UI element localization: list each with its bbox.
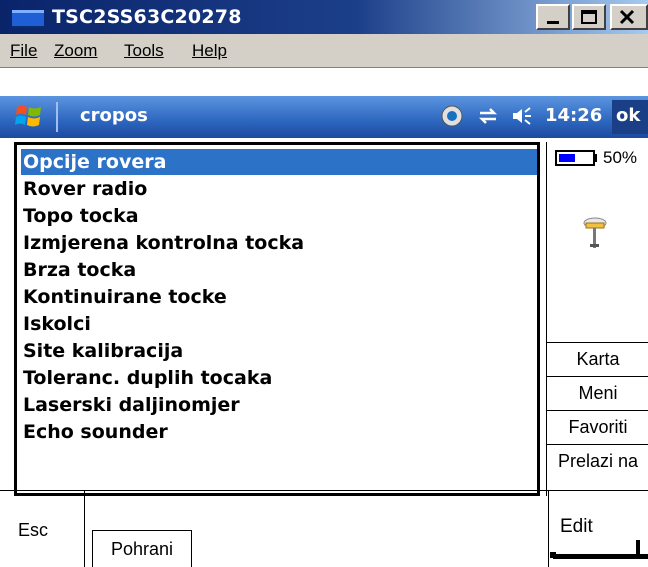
speaker-icon[interactable] bbox=[510, 104, 534, 128]
list-item-rover-radio[interactable]: Rover radio bbox=[21, 176, 537, 202]
sync-arrows-icon[interactable] bbox=[476, 104, 500, 128]
menu-tools-label: Tools bbox=[124, 41, 164, 60]
window-title: TSC2SS63C20278 bbox=[52, 6, 242, 28]
battery-icon bbox=[555, 150, 595, 166]
list-item-iskolci[interactable]: Iskolci bbox=[21, 311, 537, 337]
menu-help[interactable]: Help bbox=[192, 41, 227, 61]
network-icon[interactable] bbox=[440, 104, 464, 128]
minimize-button[interactable] bbox=[536, 4, 570, 30]
window-app-icon bbox=[12, 10, 44, 28]
close-icon bbox=[619, 9, 635, 25]
menu-bar: File Zoom Tools Help bbox=[0, 34, 648, 68]
esc-button[interactable]: Esc bbox=[18, 520, 48, 541]
battery-fill bbox=[559, 154, 575, 162]
menu-help-label: Help bbox=[192, 41, 227, 60]
list-item-brza-tocka[interactable]: Brza tocka bbox=[21, 257, 537, 283]
list-item-kontinuirane-tocke[interactable]: Kontinuirane tocke bbox=[21, 284, 537, 310]
menu-tools[interactable]: Tools bbox=[124, 41, 164, 61]
taskbar-gap bbox=[0, 70, 648, 96]
list-item-topo-tocka[interactable]: Topo tocka bbox=[21, 203, 537, 229]
list-item-laserski-daljinomjer[interactable]: Laserski daljinomjer bbox=[21, 392, 537, 418]
clock: 14:26 bbox=[545, 105, 603, 126]
battery-tip bbox=[593, 154, 597, 162]
app-name: cropos bbox=[80, 105, 148, 126]
edit-hook-left bbox=[550, 552, 556, 558]
survey-options-list: Opcije rovera Rover radio Topo tocka Izm… bbox=[14, 142, 540, 496]
menu-file-label: File bbox=[10, 41, 38, 60]
list-item-echo-sounder[interactable]: Echo sounder bbox=[21, 419, 537, 445]
ok-button[interactable]: ok bbox=[612, 100, 648, 134]
list-item-izmjerena-kontrolna-tocka[interactable]: Izmjerena kontrolna tocka bbox=[21, 230, 537, 256]
list-item-opcije-rovera[interactable]: Opcije rovera bbox=[21, 149, 537, 175]
taskbar-separator bbox=[56, 102, 58, 132]
prelazi-na-button[interactable]: Prelazi na bbox=[547, 444, 648, 478]
maximize-button[interactable] bbox=[572, 4, 606, 30]
rover-antenna-icon[interactable] bbox=[577, 214, 617, 254]
list-item-site-kalibracija[interactable]: Site kalibracija bbox=[21, 338, 537, 364]
edit-button[interactable]: Edit bbox=[560, 516, 593, 538]
battery-percent: 50% bbox=[603, 148, 638, 167]
device-taskbar: cropos 14:26 ok bbox=[0, 70, 648, 138]
start-flag-icon[interactable] bbox=[14, 101, 44, 131]
menu-zoom-label: Zoom bbox=[54, 41, 98, 60]
favoriti-button[interactable]: Favoriti bbox=[547, 410, 648, 444]
list-item-toleranc-duplih-tocaka[interactable]: Toleranc. duplih tocaka bbox=[21, 365, 537, 391]
pohrani-button[interactable]: Pohrani bbox=[92, 530, 192, 567]
close-button[interactable] bbox=[610, 4, 648, 30]
menu-file[interactable]: File bbox=[10, 41, 37, 61]
main-content: Opcije rovera Rover radio Topo tocka Izm… bbox=[0, 138, 648, 567]
maximize-icon bbox=[581, 10, 597, 24]
karta-button[interactable]: Karta bbox=[547, 342, 648, 376]
edit-separator bbox=[548, 491, 549, 567]
menu-zoom[interactable]: Zoom bbox=[54, 41, 97, 61]
side-panel: 50% Karta Meni Favoriti Prelazi na bbox=[546, 142, 648, 496]
window-title-bar: TSC2SS63C20278 bbox=[0, 0, 648, 34]
edit-hook bbox=[636, 540, 640, 558]
edit-underline bbox=[553, 554, 648, 559]
meni-button[interactable]: Meni bbox=[547, 376, 648, 410]
minimize-icon bbox=[547, 21, 559, 24]
bottom-divider bbox=[0, 490, 648, 491]
taskbar-row: cropos 14:26 ok bbox=[0, 96, 648, 138]
esc-separator bbox=[84, 491, 85, 567]
